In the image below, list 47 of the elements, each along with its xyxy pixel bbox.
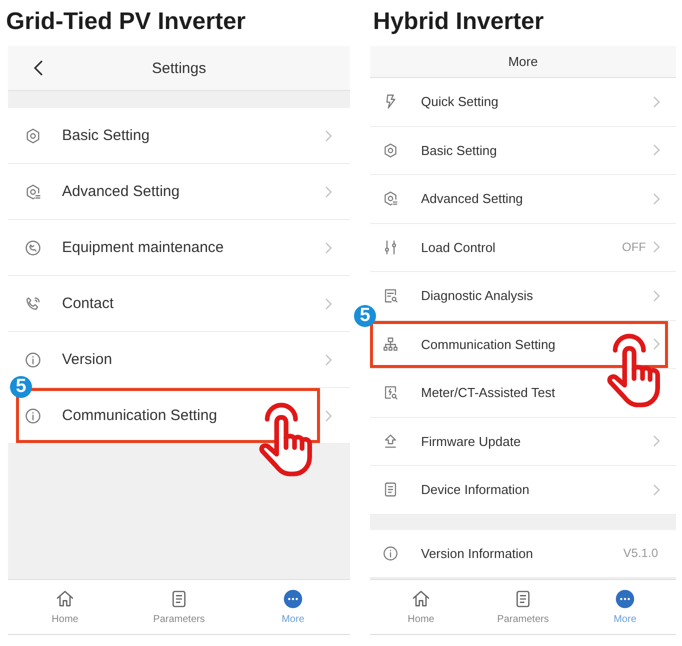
- chevron-icon: [324, 298, 332, 310]
- meter-icon: [382, 384, 399, 402]
- section-title: Grid-Tied PV Inverter: [6, 7, 247, 37]
- screen-title: More: [508, 54, 538, 69]
- chevron-icon: [652, 144, 660, 156]
- info-icon: [382, 544, 399, 562]
- more-icon: [615, 589, 635, 609]
- screen-title: Settings: [152, 60, 206, 76]
- document-icon: [382, 481, 399, 498]
- tab-bar-item[interactable]: Parameters: [472, 580, 574, 634]
- info-icon: [24, 350, 42, 368]
- wrench-icon: [24, 238, 42, 256]
- gear-icon: [382, 190, 399, 208]
- chevron-icon: [324, 130, 332, 142]
- chevron-icon: [652, 192, 660, 205]
- chevron-icon: [324, 410, 332, 422]
- menu-item[interactable]: Basic Setting: [370, 126, 676, 175]
- gear-icon: [24, 182, 42, 200]
- report-icon: [382, 287, 399, 304]
- chevron-icon: [652, 241, 660, 254]
- tab-bar-item[interactable]: Parameters: [122, 580, 236, 634]
- section-title: Hybrid Inverter: [373, 7, 545, 37]
- chevron-icon: [324, 186, 332, 198]
- chevron-icon: [324, 242, 332, 254]
- chevron-icon: [652, 290, 660, 302]
- gear-icon: [382, 142, 399, 159]
- chevron-icon: [652, 484, 660, 496]
- status-value: V5.1.0: [623, 546, 658, 560]
- home-icon: [55, 589, 75, 609]
- network-icon: [382, 336, 399, 353]
- home-icon: [411, 589, 431, 609]
- sliders-icon: [382, 238, 399, 256]
- info-icon: [24, 406, 42, 424]
- tab-bar-item[interactable]: Home: [8, 580, 122, 634]
- chevron-icon: [652, 338, 660, 350]
- chevron-icon: [652, 435, 660, 448]
- phone-icon: [24, 294, 42, 312]
- menu-item[interactable]: Communication Setting: [370, 320, 676, 369]
- menu-item[interactable]: Load Control OFF: [370, 224, 676, 272]
- gear-icon: [24, 126, 42, 144]
- step-badge: 5: [354, 304, 376, 326]
- more-icon: [283, 589, 303, 609]
- chevron-icon: [324, 354, 332, 366]
- chevron-icon: [652, 96, 660, 108]
- status-value: OFF: [622, 240, 646, 254]
- upload-icon: [382, 432, 399, 450]
- tab-bar-item[interactable]: Home: [370, 580, 472, 634]
